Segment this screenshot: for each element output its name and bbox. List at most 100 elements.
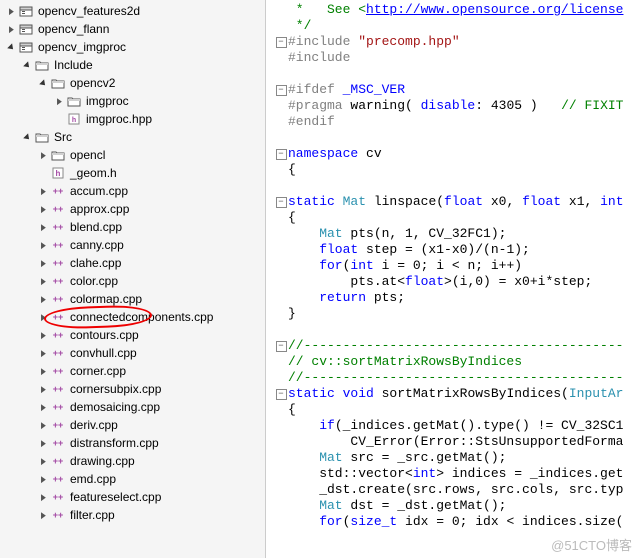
project-icon — [18, 4, 34, 18]
tree-label: convhull.cpp — [70, 346, 137, 360]
cpp-icon — [50, 202, 66, 216]
tree-item-distransform-cpp[interactable]: distransform.cpp — [0, 434, 265, 452]
tree-label: imgproc.hpp — [86, 112, 152, 126]
tree-item-featureselect-cpp[interactable]: featureselect.cpp — [0, 488, 265, 506]
fold-gutter — [274, 50, 288, 66]
tree-item-canny-cpp[interactable]: canny.cpp — [0, 236, 265, 254]
fold-gutter[interactable]: − — [274, 194, 288, 210]
hpp-icon: h — [66, 112, 82, 126]
fold-gutter — [274, 98, 288, 114]
tree-item-color-cpp[interactable]: color.cpp — [0, 272, 265, 290]
cpp-icon — [50, 238, 66, 252]
expander-icon[interactable] — [36, 256, 50, 270]
expander-icon[interactable] — [36, 220, 50, 234]
tree-label: opencv_flann — [38, 22, 109, 36]
fold-gutter[interactable]: − — [274, 338, 288, 354]
tree-item-Src[interactable]: Src — [0, 128, 265, 146]
expander-icon[interactable] — [4, 22, 18, 36]
tree-label: imgproc — [86, 94, 129, 108]
expander-icon[interactable] — [36, 148, 50, 162]
expander-icon[interactable] — [20, 130, 34, 144]
tree-item-cornersubpix-cpp[interactable]: cornersubpix.cpp — [0, 380, 265, 398]
folder-icon — [50, 76, 66, 90]
fold-gutter[interactable]: − — [274, 82, 288, 98]
cpp-icon — [50, 418, 66, 432]
expander-icon[interactable] — [36, 310, 50, 324]
expander-icon[interactable] — [52, 94, 66, 108]
expander-icon[interactable] — [36, 76, 50, 90]
tree-item-clahe-cpp[interactable]: clahe.cpp — [0, 254, 265, 272]
solution-explorer-tree[interactable]: opencv_features2d opencv_flann opencv_imgp… — [0, 0, 266, 558]
fold-gutter[interactable]: − — [274, 34, 288, 50]
project-icon — [18, 22, 34, 36]
tree-item-drawing-cpp[interactable]: drawing.cpp — [0, 452, 265, 470]
tree-item-demosaicing-cpp[interactable]: demosaicing.cpp — [0, 398, 265, 416]
fold-gutter[interactable]: − — [274, 386, 288, 402]
expander-icon[interactable] — [36, 292, 50, 306]
expander-icon[interactable] — [36, 202, 50, 216]
tree-label: demosaicing.cpp — [70, 400, 160, 414]
expander-icon[interactable] — [36, 400, 50, 414]
tree-item-accum-cpp[interactable]: accum.cpp — [0, 182, 265, 200]
cpp-icon — [50, 220, 66, 234]
tree-item-corner-cpp[interactable]: corner.cpp — [0, 362, 265, 380]
expander-icon[interactable] — [36, 382, 50, 396]
tree-label: blend.cpp — [70, 220, 122, 234]
expander-icon[interactable] — [36, 436, 50, 450]
cpp-icon — [50, 400, 66, 414]
tree-item-deriv-cpp[interactable]: deriv.cpp — [0, 416, 265, 434]
expander-icon[interactable] — [36, 454, 50, 468]
tree-item-opencv_flann[interactable]: opencv_flann — [0, 20, 265, 38]
cpp-icon — [50, 274, 66, 288]
fold-gutter — [274, 306, 288, 322]
fold-gutter — [274, 370, 288, 386]
expander-icon[interactable] — [36, 418, 50, 432]
tree-item-convhull-cpp[interactable]: convhull.cpp — [0, 344, 265, 362]
tree-item-imgproc-hpp[interactable]: h imgproc.hpp — [0, 110, 265, 128]
expander-icon[interactable] — [20, 58, 34, 72]
fold-gutter — [274, 130, 288, 146]
tree-item-opencv_features2d[interactable]: opencv_features2d — [0, 2, 265, 20]
expander-icon[interactable] — [36, 274, 50, 288]
code-editor[interactable]: * See <http://www.opensource.org/license… — [266, 0, 638, 558]
tree-label: drawing.cpp — [70, 454, 135, 468]
expander-icon[interactable] — [36, 490, 50, 504]
fold-gutter — [274, 418, 288, 434]
tree-item-approx-cpp[interactable]: approx.cpp — [0, 200, 265, 218]
tree-label: accum.cpp — [70, 184, 128, 198]
fold-gutter[interactable]: − — [274, 146, 288, 162]
fold-gutter — [274, 66, 288, 82]
tree-item-emd-cpp[interactable]: emd.cpp — [0, 470, 265, 488]
cpp-icon — [50, 364, 66, 378]
tree-item-opencl[interactable]: opencl — [0, 146, 265, 164]
tree-item-opencv2[interactable]: opencv2 — [0, 74, 265, 92]
fold-gutter — [274, 466, 288, 482]
expander-icon[interactable] — [36, 328, 50, 342]
expander-icon[interactable] — [36, 238, 50, 252]
tree-item-Include[interactable]: Include — [0, 56, 265, 74]
expander-icon[interactable] — [4, 40, 18, 54]
cpp-icon — [50, 346, 66, 360]
tree-label: approx.cpp — [70, 202, 129, 216]
fold-gutter — [274, 258, 288, 274]
tree-item-filter-cpp[interactable]: filter.cpp — [0, 506, 265, 524]
tree-item-colormap-cpp[interactable]: colormap.cpp — [0, 290, 265, 308]
cpp-icon — [50, 184, 66, 198]
fold-gutter — [274, 210, 288, 226]
tree-item-contours-cpp[interactable]: contours.cpp — [0, 326, 265, 344]
expander-icon[interactable] — [36, 472, 50, 486]
expander-icon[interactable] — [36, 508, 50, 522]
h-icon: h — [50, 166, 66, 180]
expander-icon[interactable] — [36, 184, 50, 198]
project-icon — [18, 40, 34, 54]
tree-item-opencv_imgproc[interactable]: opencv_imgproc — [0, 38, 265, 56]
tree-item-_geom-h[interactable]: h_geom.h — [0, 164, 265, 182]
tree-item-imgproc[interactable]: imgproc — [0, 92, 265, 110]
expander-icon[interactable] — [36, 346, 50, 360]
tree-item-connectedcomponents-cpp[interactable]: connectedcomponents.cpp — [0, 308, 265, 326]
expander-icon[interactable] — [36, 364, 50, 378]
expander-icon[interactable] — [4, 4, 18, 18]
fold-gutter — [274, 242, 288, 258]
cpp-icon — [50, 256, 66, 270]
tree-item-blend-cpp[interactable]: blend.cpp — [0, 218, 265, 236]
